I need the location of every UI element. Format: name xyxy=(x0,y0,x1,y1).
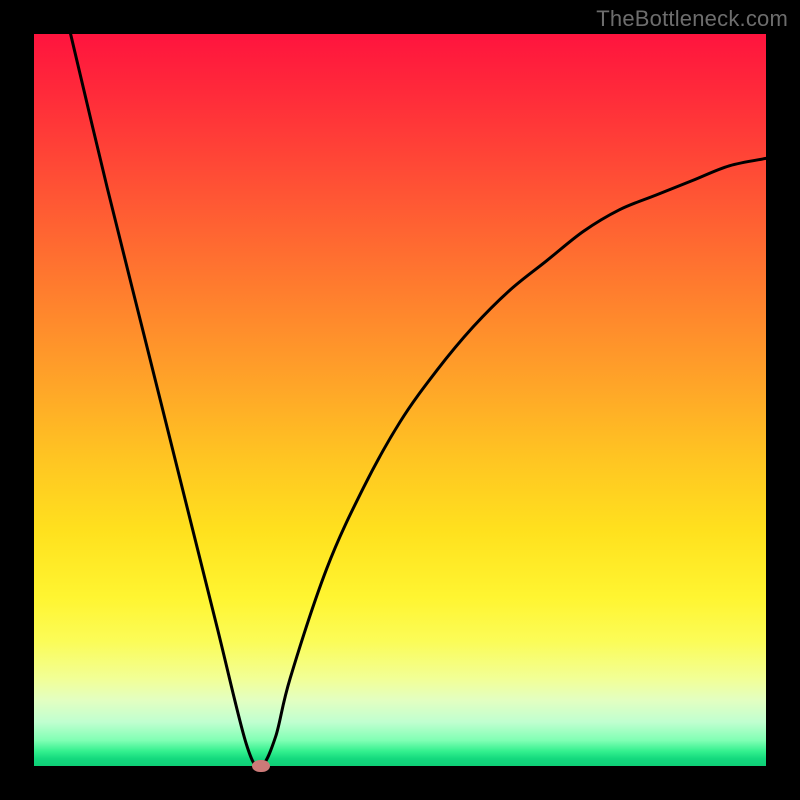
chart-frame: TheBottleneck.com xyxy=(0,0,800,800)
bottleneck-curve xyxy=(34,34,766,766)
plot-area xyxy=(34,34,766,766)
minimum-point-marker xyxy=(252,760,270,772)
watermark-text: TheBottleneck.com xyxy=(596,6,788,32)
